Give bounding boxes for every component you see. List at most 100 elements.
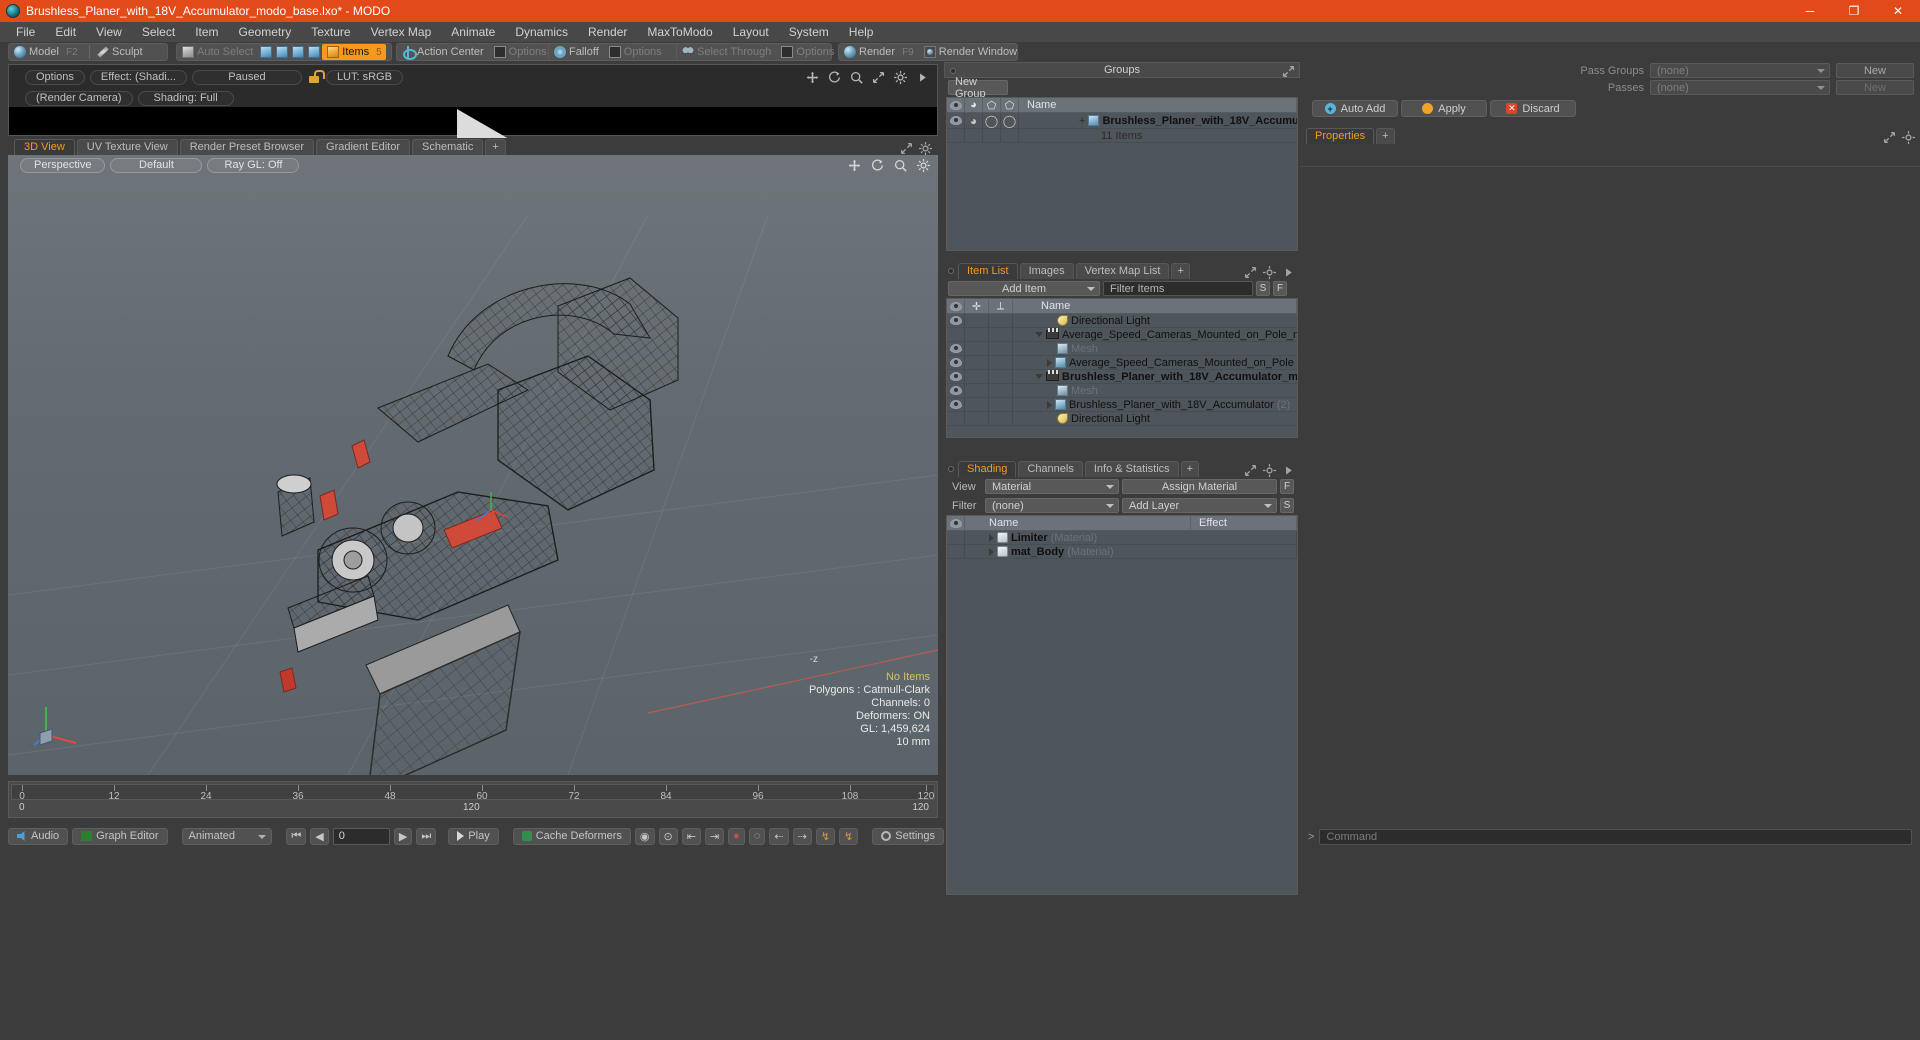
item-list-row[interactable]: Directional Light <box>947 412 1297 426</box>
vertex-mode-button[interactable] <box>258 44 274 60</box>
animation-mode-dropdown[interactable]: Animated <box>181 827 273 845</box>
graph-editor-button[interactable]: Graph Editor <box>72 827 168 845</box>
command-input[interactable]: Command <box>1319 829 1912 845</box>
tab-vertex-map-list[interactable]: Vertex Map List <box>1075 263 1170 279</box>
filter-items-input[interactable]: Filter Items <box>1103 281 1253 296</box>
step-forward-button[interactable]: ▶ <box>393 827 413 845</box>
falloff-options-button[interactable]: Options <box>604 44 667 60</box>
tab-item-list[interactable]: Item List <box>958 263 1018 279</box>
item-list-row[interactable]: Brushless_Planer_with_18V_Accumulator (2… <box>947 398 1297 412</box>
item-list-row[interactable]: Directional Light <box>947 314 1297 328</box>
new-group-button[interactable]: New Group <box>948 76 1008 100</box>
pass-groups-dropdown[interactable]: (none) <box>1650 63 1830 78</box>
tab-render-preset-browser[interactable]: Render Preset Browser <box>179 139 315 155</box>
menu-select[interactable]: Select <box>132 22 185 42</box>
item-list-menu-dot-icon[interactable] <box>948 268 954 274</box>
viewport-zoom-icon[interactable] <box>894 159 907 172</box>
falloff-button[interactable]: Falloff <box>549 44 604 60</box>
row-eye-icon[interactable] <box>949 386 962 395</box>
groups-list-row[interactable]: ◕ ◯ ◯ + Brushless_Planer_with_18V_Accumu… <box>947 113 1297 129</box>
current-frame-field[interactable]: 0 <box>332 827 390 845</box>
item-list-row[interactable]: Mesh <box>947 384 1297 398</box>
tab-add-button[interactable]: + <box>485 139 506 155</box>
row-eye-icon[interactable] <box>949 372 962 381</box>
discard-button[interactable]: ✕ Discard <box>1490 100 1576 117</box>
render-camera-dropdown[interactable]: (Render Camera) <box>25 90 133 106</box>
key-set-button[interactable]: ● <box>728 827 745 845</box>
groups-list[interactable]: ◕ ⬠ ⬠ Name ◕ ◯ ◯ + Brushless_Planer_with… <box>946 97 1298 251</box>
menu-file[interactable]: File <box>6 22 45 42</box>
viewport-preset-dropdown[interactable]: Default <box>110 157 203 173</box>
fit-icon[interactable] <box>872 71 885 84</box>
assign-material-button[interactable]: Assign Material <box>1122 479 1277 494</box>
render-effect-dropdown[interactable]: Effect: (Shadi... <box>89 69 187 85</box>
shading-arrow-icon[interactable] <box>1282 464 1295 477</box>
shading-s-button[interactable]: S <box>1280 498 1294 513</box>
expander-down-icon[interactable] <box>1035 332 1043 337</box>
key-delete-button[interactable]: ◌ <box>748 827 766 845</box>
row-eye-icon[interactable] <box>949 316 962 325</box>
edge-mode-button[interactable] <box>274 44 290 60</box>
model-mode-button[interactable]: Model F2 <box>9 44 87 60</box>
tab-gradient-editor[interactable]: Gradient Editor <box>316 139 410 155</box>
lock-open-icon[interactable] <box>307 70 325 84</box>
shading-maximize-icon[interactable] <box>1244 464 1257 477</box>
new-pass-group-button[interactable]: New <box>1836 63 1914 78</box>
menu-maxtomodo[interactable]: MaxToModo <box>637 22 722 42</box>
shading-expander-icon[interactable] <box>989 547 994 556</box>
key-curve-a-button[interactable]: ↯ <box>815 827 836 845</box>
tab-info-statistics[interactable]: Info & Statistics <box>1084 461 1179 477</box>
item-list-add-tab-button[interactable]: + <box>1171 263 1190 279</box>
expander-down-icon[interactable] <box>1035 374 1043 379</box>
material-mode-button[interactable] <box>306 44 322 60</box>
viewport-3d[interactable]: Perspective Default Ray GL: Off -z No It… <box>8 155 938 775</box>
go-to-start-button[interactable]: ⏮ <box>286 827 307 845</box>
close-button[interactable]: ✕ <box>1876 0 1920 22</box>
tab-schematic[interactable]: Schematic <box>412 139 484 155</box>
sculpt-mode-button[interactable]: Sculpt <box>92 44 148 60</box>
cache-deformers-button[interactable]: Cache Deformers <box>512 827 631 845</box>
item-list-row[interactable]: Mesh <box>947 342 1297 356</box>
item-list-filter-button[interactable]: F <box>1273 281 1287 296</box>
maximize-button[interactable]: ❐ <box>1832 0 1876 22</box>
tab-3d-view[interactable]: 3D View <box>14 139 75 155</box>
render-preview-image[interactable] <box>9 107 937 169</box>
render-options-button[interactable]: Options <box>25 69 85 85</box>
polygon-mode-button[interactable] <box>290 44 306 60</box>
tab-properties[interactable]: Properties <box>1306 128 1375 144</box>
item-list-row-selected[interactable]: Brushless_Planer_with_18V_Accumulator_mo… <box>947 370 1297 384</box>
maximize-viewport-icon[interactable] <box>900 142 913 155</box>
pan-icon[interactable] <box>806 71 819 84</box>
menu-view[interactable]: View <box>86 22 132 42</box>
viewport-raygl-toggle[interactable]: Ray GL: Off <box>207 157 300 173</box>
menu-texture[interactable]: Texture <box>301 22 360 42</box>
auto-key-button[interactable]: ⊙ <box>658 827 678 845</box>
passes-dropdown[interactable]: (none) <box>1650 80 1830 95</box>
shading-add-tab-button[interactable]: + <box>1180 461 1200 477</box>
item-list-maximize-icon[interactable] <box>1244 266 1257 279</box>
shading-row[interactable]: mat_Body (Material) <box>947 545 1297 559</box>
audio-button[interactable]: Audio <box>8 827 69 845</box>
record-key-button[interactable]: ◉ <box>634 827 655 845</box>
item-list-row[interactable]: Average_Speed_Cameras_Mounted_on_Pole (2… <box>947 356 1297 370</box>
shading-menu-dot-icon[interactable] <box>948 466 954 472</box>
add-item-button[interactable]: Add Item <box>948 281 1100 296</box>
menu-render[interactable]: Render <box>578 22 637 42</box>
item-list-solo-button[interactable]: S <box>1256 281 1270 296</box>
row-eye-icon[interactable] <box>949 344 962 353</box>
item-list-table[interactable]: ✛ ⟂ Name Directional Light Average_Speed… <box>946 298 1298 438</box>
key-curve-b-button[interactable]: ↯ <box>839 827 859 845</box>
properties-gear-icon[interactable] <box>1902 131 1915 144</box>
tab-uv-texture-view[interactable]: UV Texture View <box>76 139 178 155</box>
row-eye-icon[interactable] <box>949 116 962 125</box>
item-list-gear-icon[interactable] <box>1263 266 1276 279</box>
timeline-ruler[interactable]: 0 12 24 36 48 60 72 84 96 108 120 0 120 … <box>8 781 938 818</box>
zoom-icon[interactable] <box>850 71 863 84</box>
render-status-button[interactable]: Paused <box>191 69 302 85</box>
minimize-button[interactable]: ─ <box>1788 0 1832 22</box>
key-range-right-button[interactable]: ⇢ <box>792 827 812 845</box>
menu-animate[interactable]: Animate <box>441 22 505 42</box>
expand-arrow-icon[interactable] <box>916 71 929 84</box>
menu-system[interactable]: System <box>779 22 839 42</box>
expander-right-icon[interactable] <box>1047 358 1052 367</box>
